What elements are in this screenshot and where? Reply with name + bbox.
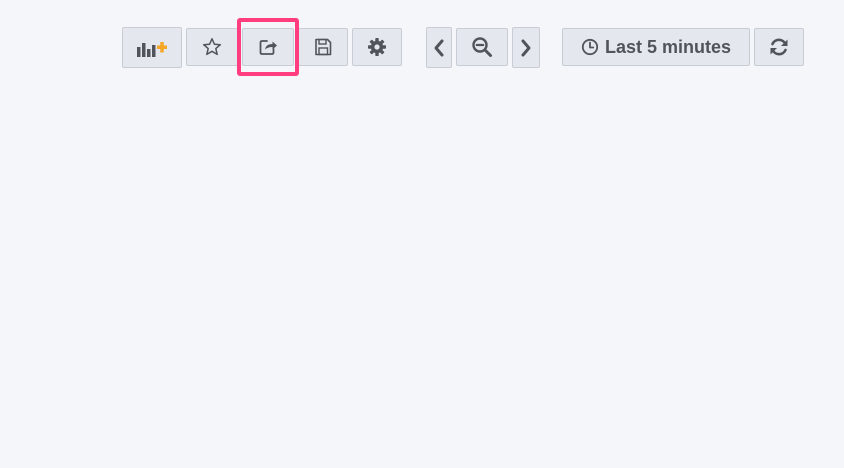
refresh-button[interactable] [754,28,804,66]
chevron-left-icon [434,39,444,56]
shift-forward-button[interactable] [512,27,540,68]
time-range-label: Last 5 minutes [604,36,732,57]
time-range-picker-button[interactable]: Last 5 minutes [562,28,750,66]
star-button[interactable] [186,28,238,66]
chevron-right-icon [521,39,531,56]
dashboard-navbar: Last 5 minutes [0,0,844,90]
share-button[interactable] [242,28,294,66]
add-panel-button[interactable] [122,27,182,68]
zoom-out-button[interactable] [456,28,508,66]
gear-icon [368,38,386,56]
clock-icon [581,38,599,56]
dashboard-content-area [0,90,844,468]
settings-button[interactable] [352,28,402,66]
share-icon [259,40,277,55]
zoom-out-icon [472,37,492,57]
save-icon [315,38,332,56]
save-button[interactable] [298,28,348,66]
refresh-icon [770,38,788,56]
bar-chart-plus-icon [137,41,167,57]
star-icon [202,38,222,56]
shift-back-button[interactable] [426,27,452,68]
